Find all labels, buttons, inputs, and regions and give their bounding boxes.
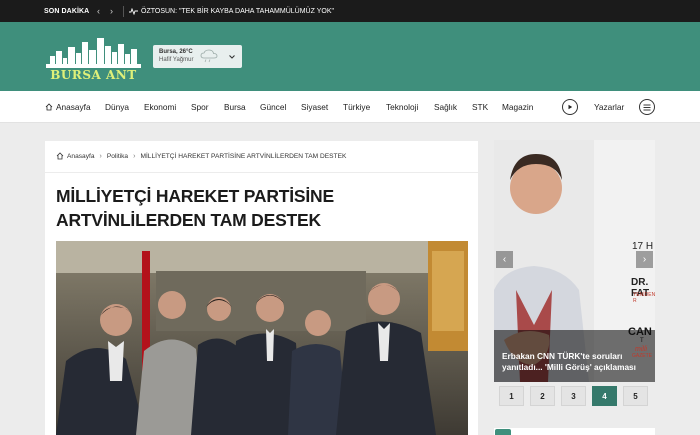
breaking-news-bar: SON DAKİKA ‹ › ÖZTOSUN: "TEK BİR KAYBA D… (0, 0, 700, 22)
nav-item-teknoloji[interactable]: Teknoloji (386, 102, 434, 112)
breadcrumb-category[interactable]: Politika (107, 153, 128, 160)
slider-page-1[interactable]: 1 (499, 386, 524, 406)
home-icon (56, 152, 64, 160)
widget-icon (495, 429, 511, 435)
chevron-right-icon: › (99, 152, 102, 160)
ticker-prev-button[interactable]: ‹ (92, 6, 105, 16)
chevron-down-icon[interactable] (228, 53, 236, 61)
nav-item-stk[interactable]: STK (472, 102, 502, 112)
slide-image (494, 140, 655, 382)
play-icon (568, 104, 573, 110)
breaking-news-label: SON DAKİKA (44, 7, 90, 15)
slider-next-button[interactable]: › (636, 251, 653, 268)
headline-slider[interactable]: 17 H DR. FAT YENİDEN R CAN T milli GAZET… (494, 140, 655, 382)
nav-item-label: Anasayfa (56, 102, 91, 112)
ticker-item[interactable]: ÖZTOSUN: "TEK BİR KAYBA DAHA TAHAMMÜLÜMÜ… (129, 7, 334, 15)
slider-pagination: 1 2 3 4 5 (499, 386, 654, 406)
video-play-button[interactable] (562, 99, 578, 115)
ticker-text: ÖZTOSUN: "TEK BİR KAYBA DAHA TAHAMMÜLÜMÜ… (141, 7, 334, 15)
pulse-icon (129, 7, 138, 15)
nav-item-siyaset[interactable]: Siyaset (301, 102, 343, 112)
slider-page-4[interactable]: 4 (592, 386, 617, 406)
weather-widget[interactable]: Bursa, 26°C Hafif Yağmur (153, 45, 242, 68)
slide-caption[interactable]: Erbakan CNN TÜRK'te soruları yanıtladı..… (502, 351, 648, 373)
site-logo-text: BURSA ANT (50, 68, 137, 82)
nav-item-saglik[interactable]: Sağlık (434, 102, 472, 112)
nav-item-guncel[interactable]: Güncel (260, 102, 301, 112)
home-icon (45, 103, 53, 111)
nav-item-ekonomi[interactable]: Ekonomi (144, 102, 191, 112)
nav-item-magazin[interactable]: Magazin (502, 102, 542, 112)
site-logo[interactable]: BURSA ANT (44, 34, 143, 82)
hamburger-menu-button[interactable] (639, 99, 655, 115)
slide-overlay-network: CAN (628, 326, 652, 338)
menu-icon (643, 104, 651, 110)
nav-item-bursa[interactable]: Bursa (224, 102, 260, 112)
weather-city-temp: Bursa, 26°C (159, 49, 193, 55)
rain-cloud-icon (200, 49, 218, 63)
article-title: MİLLİYETÇİ HAREKET PARTİSİNE ARTVİNLİLER… (56, 186, 334, 230)
site-header: BURSA ANT Bursa, 26°C Hafif Yağmur (0, 22, 700, 91)
article-card: Anasayfa › Politika › MİLLİYETÇİ HAREKET… (45, 141, 478, 435)
ticker-divider (123, 5, 124, 17)
slider-prev-button[interactable]: ‹ (496, 251, 513, 268)
breadcrumb: Anasayfa › Politika › MİLLİYETÇİ HAREKET… (56, 152, 346, 160)
sidebar-widget-header (494, 428, 655, 435)
nav-item-yazarlar[interactable]: Yazarlar (594, 102, 624, 112)
slide-overlay-network-sub: T (640, 338, 644, 344)
skyline-logo-graphic (46, 38, 141, 68)
slider-page-3[interactable]: 3 (561, 386, 586, 406)
breadcrumb-divider (45, 172, 478, 173)
nav-item-dunya[interactable]: Dünya (105, 102, 144, 112)
slider-page-2[interactable]: 2 (530, 386, 555, 406)
slide-overlay-subtitle: YENİDEN R (633, 292, 655, 304)
article-photo-graphic (56, 241, 468, 435)
nav-item-turkiye[interactable]: Türkiye (343, 102, 386, 112)
slider-page-5[interactable]: 5 (623, 386, 648, 406)
breadcrumb-home[interactable]: Anasayfa (67, 153, 95, 160)
nav-menu: Anasayfa Dünya Ekonomi Spor Bursa Güncel… (45, 91, 542, 123)
nav-item-spor[interactable]: Spor (191, 102, 224, 112)
ticker-next-button[interactable]: › (105, 6, 118, 16)
chevron-right-icon: › (133, 152, 136, 160)
breadcrumb-current: MİLLİYETÇİ HAREKET PARTİSİNE ARTVİNLİLER… (140, 152, 347, 160)
nav-item-anasayfa[interactable]: Anasayfa (45, 102, 105, 112)
weather-description: Hafif Yağmur (159, 57, 194, 63)
article-photo[interactable] (56, 241, 468, 435)
